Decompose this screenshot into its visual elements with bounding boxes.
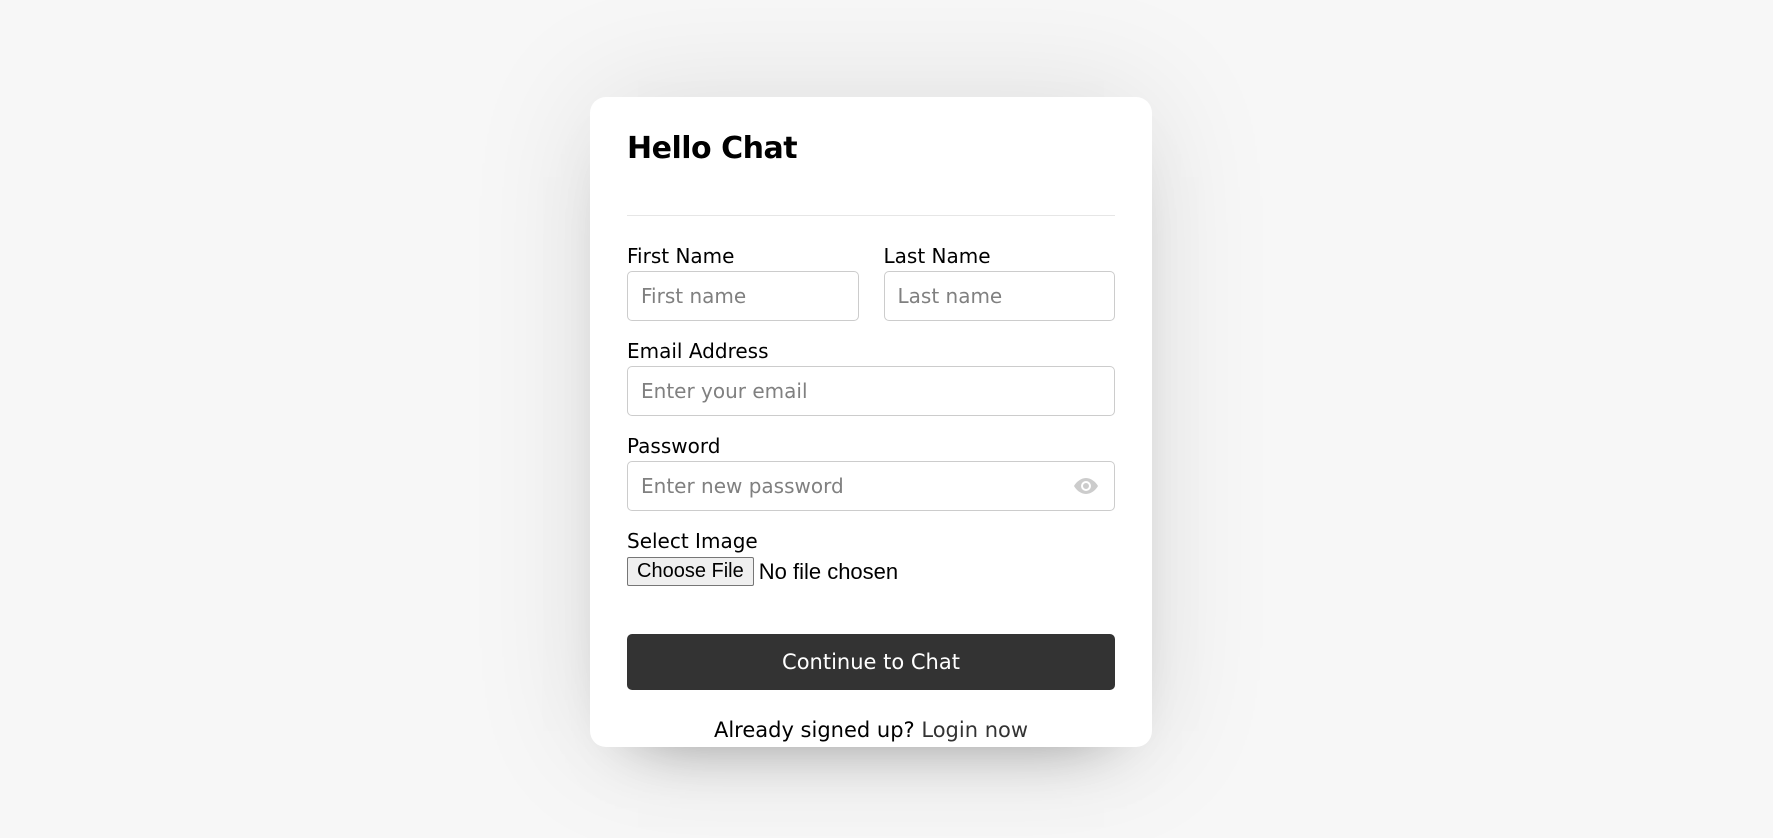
password-field: Password (627, 434, 1115, 511)
name-row: First Name Last Name (627, 244, 1115, 339)
file-picker: Choose File No file chosen (627, 557, 1115, 586)
card-header: Hello Chat (627, 125, 1115, 216)
signup-card: Hello Chat First Name Last Name Email Ad… (590, 97, 1152, 747)
password-label: Password (627, 434, 721, 458)
choose-file-button[interactable]: Choose File (627, 557, 754, 586)
first-name-label: First Name (627, 244, 735, 268)
first-name-input[interactable] (627, 271, 859, 321)
first-name-field: First Name (627, 244, 859, 321)
image-field: Select Image Choose File No file chosen (627, 529, 1115, 586)
last-name-label: Last Name (883, 244, 991, 268)
password-input[interactable] (627, 461, 1115, 511)
email-input[interactable] (627, 366, 1115, 416)
last-name-input[interactable] (883, 271, 1115, 321)
last-name-field: Last Name (883, 244, 1115, 321)
password-wrapper (627, 461, 1115, 511)
email-field: Email Address (627, 339, 1115, 416)
login-link[interactable]: Login now (921, 718, 1028, 742)
email-label: Email Address (627, 339, 769, 363)
login-prompt-text: Already signed up? (713, 718, 915, 742)
eye-icon[interactable] (1074, 478, 1098, 494)
file-status: No file chosen (758, 558, 899, 584)
page-title: Hello Chat (627, 131, 798, 166)
signup-form: First Name Last Name Email Address Passw… (627, 244, 1115, 742)
login-prompt: Already signed up? Login now (627, 718, 1115, 742)
image-label: Select Image (627, 529, 758, 553)
continue-button[interactable]: Continue to Chat (627, 634, 1115, 690)
